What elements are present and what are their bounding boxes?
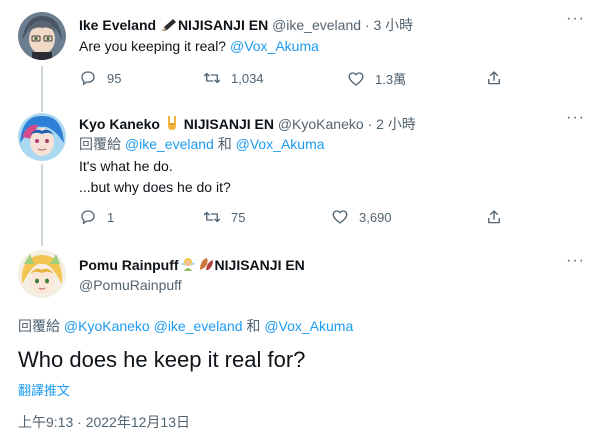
- tweet-text-plain: Are you keeping it real?: [79, 38, 230, 54]
- retweet-icon: [203, 72, 221, 84]
- org-name: NIJISANJI EN: [214, 257, 305, 273]
- thread-line: [41, 66, 43, 112]
- mention-link[interactable]: @ike_eveland: [125, 136, 214, 152]
- thread-line: [41, 164, 43, 246]
- retweet-icon: [203, 211, 221, 223]
- display-name[interactable]: Kyo Kaneko: [79, 116, 160, 132]
- tweet-text: Are you keeping it real? @Vox_Akuma: [79, 36, 319, 57]
- handle[interactable]: @KyoKaneko: [278, 116, 364, 132]
- relative-time[interactable]: 3 小時: [373, 17, 413, 33]
- reply-count: 1: [107, 209, 115, 225]
- org-name: NIJISANJI EN: [183, 116, 274, 132]
- reply-count: 95: [107, 70, 122, 86]
- reply-button[interactable]: 1: [79, 208, 114, 226]
- reply-context: 回覆給 @KyoKaneko @ike_eveland 和 @Vox_Akuma: [18, 317, 353, 335]
- reply-icon: [81, 71, 95, 86]
- tweet-header: Pomu Rainpuff NIJISANJI EN: [79, 256, 305, 276]
- org-name: NIJISANJI EN: [177, 17, 269, 33]
- more-options-icon[interactable]: ···: [566, 10, 585, 28]
- heart-icon: [348, 71, 364, 86]
- retweet-count: 1,034: [231, 70, 264, 86]
- mention-link[interactable]: @KyoKaneko: [64, 318, 150, 334]
- avatar[interactable]: [18, 113, 66, 161]
- rock-hand-emoji-icon: [165, 115, 179, 135]
- main-tweet-text: Who does he keep it real for?: [18, 347, 306, 372]
- reply-joiner: 和: [242, 318, 265, 334]
- separator-dot: ·: [364, 17, 370, 33]
- reply-joiner: 和: [213, 136, 236, 152]
- tweet-actions: 1 75 3,690: [79, 208, 579, 228]
- avatar[interactable]: [18, 12, 66, 60]
- tweet-text-line: It's what he do.: [79, 158, 173, 174]
- leaf-emoji-icon: [198, 256, 214, 276]
- tweet-actions: 95 1,034 1.3萬: [79, 69, 579, 89]
- fairy-emoji-icon: [180, 256, 196, 276]
- reply-context: 回覆給 @ike_eveland 和 @Vox_Akuma: [79, 135, 325, 153]
- retweet-button[interactable]: 75: [203, 208, 245, 226]
- share-button[interactable]: [485, 208, 503, 226]
- relative-time[interactable]: 2 小時: [376, 116, 416, 132]
- tweet-timestamp[interactable]: 上午9:13 · 2022年12月13日: [18, 412, 190, 432]
- display-name[interactable]: Ike Eveland: [79, 17, 156, 33]
- separator-dot: ·: [367, 116, 373, 132]
- retweet-button[interactable]: 1,034: [203, 69, 264, 87]
- reply-icon: [81, 210, 95, 225]
- reply-label: 回覆給: [18, 318, 64, 334]
- reply-label: 回覆給: [79, 136, 125, 152]
- translate-tweet-link[interactable]: 翻譯推文: [18, 380, 70, 399]
- display-name[interactable]: Pomu Rainpuff: [79, 257, 179, 273]
- share-button[interactable]: [485, 69, 503, 87]
- handle-line: @PomuRainpuff: [79, 276, 182, 294]
- more-options-icon[interactable]: ···: [566, 252, 585, 270]
- like-button[interactable]: 1.3萬: [347, 69, 406, 88]
- mention-link[interactable]: @ike_eveland: [154, 318, 243, 334]
- avatar[interactable]: [18, 250, 66, 298]
- reply-button[interactable]: 95: [79, 69, 121, 87]
- retweet-count: 75: [231, 209, 246, 225]
- heart-icon: [332, 210, 348, 224]
- tweet-header: Kyo Kaneko NIJISANJI EN @KyoKaneko · 2 小…: [79, 115, 416, 135]
- mention-link[interactable]: @Vox_Akuma: [264, 318, 353, 334]
- handle[interactable]: @PomuRainpuff: [79, 277, 182, 293]
- mention-link[interactable]: @Vox_Akuma: [230, 38, 319, 54]
- share-icon: [488, 210, 500, 224]
- like-count: 3,690: [359, 209, 392, 225]
- mention-link[interactable]: @Vox_Akuma: [236, 136, 325, 152]
- tweet-header: Ike Eveland NIJISANJI EN @ike_eveland · …: [79, 16, 413, 36]
- share-icon: [488, 71, 500, 85]
- pen-emoji-icon: [161, 18, 177, 36]
- like-button[interactable]: 3,690: [331, 208, 392, 226]
- handle[interactable]: @ike_eveland: [272, 17, 361, 33]
- like-count: 1.3萬: [375, 72, 407, 87]
- tweet-text: It's what he do. ...but why does he do i…: [79, 156, 231, 198]
- tweet-text-line: ...but why does he do it?: [79, 179, 231, 195]
- more-options-icon[interactable]: ···: [566, 109, 585, 127]
